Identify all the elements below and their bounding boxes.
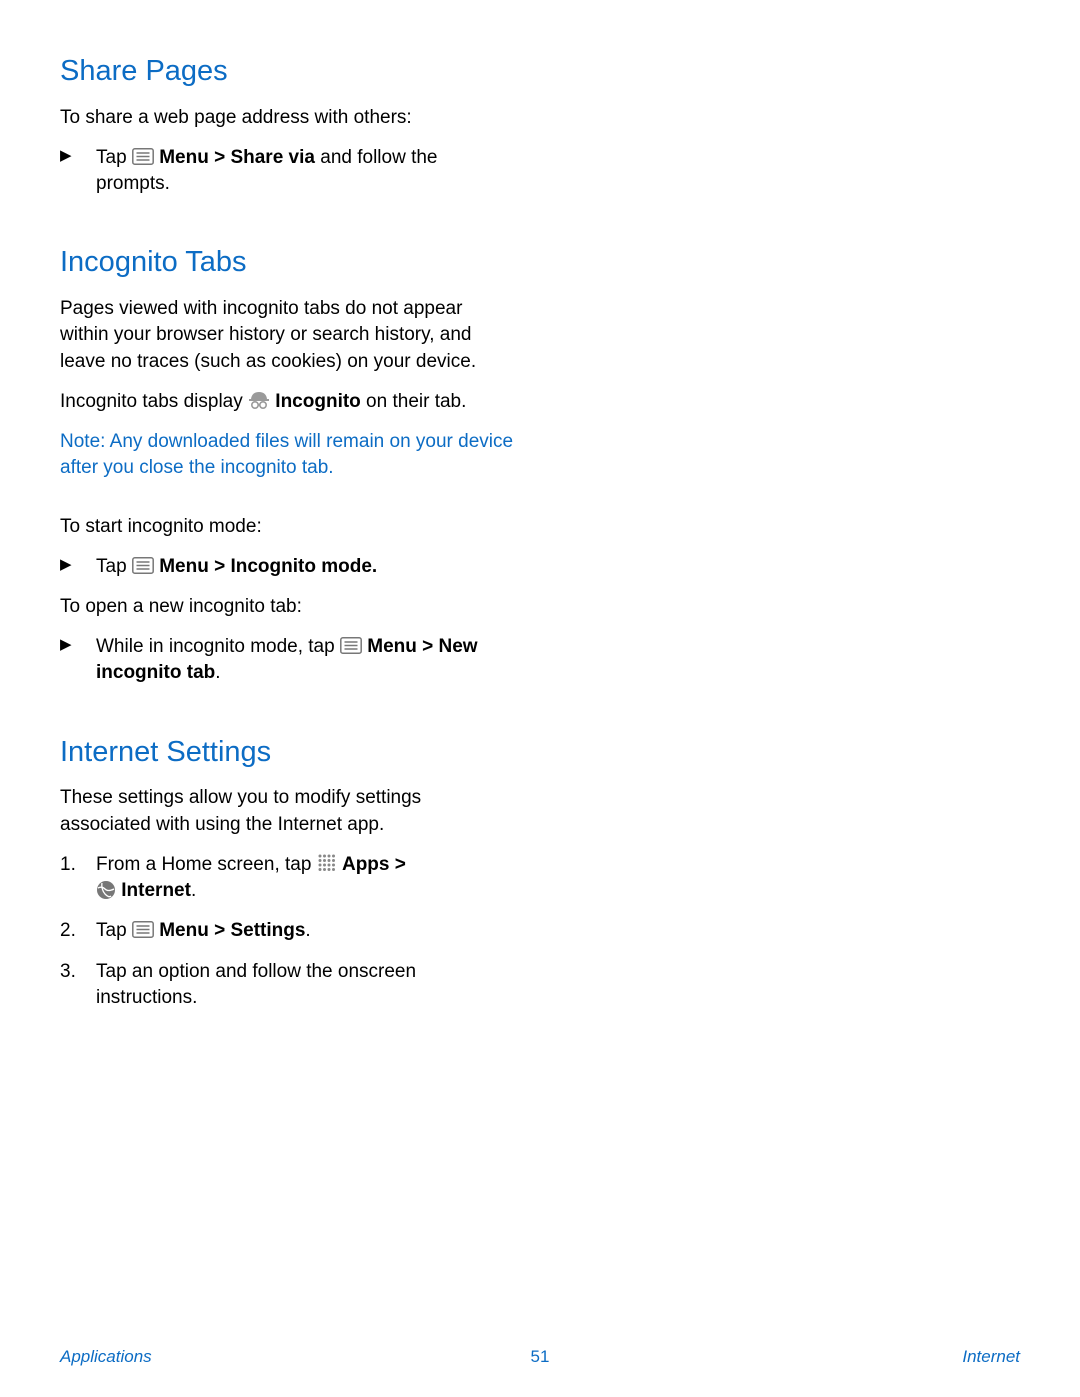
open-incognito-step: While in incognito mode, tap Menu > New … xyxy=(60,634,515,686)
start-incognito-steps: Tap Menu > Incognito mode. xyxy=(60,554,515,580)
menu-icon xyxy=(132,148,154,165)
step-number: 1. xyxy=(60,852,76,878)
note-block: Note: Any downloaded files will remain o… xyxy=(60,429,515,481)
settings-step-2: 2. Tap Menu > Settings. xyxy=(60,918,515,944)
text-fragment: Incognito tabs display xyxy=(60,391,248,412)
text-fragment: Tap xyxy=(96,920,132,941)
menu-icon xyxy=(340,637,362,654)
settings-step-3: 3. Tap an option and follow the onscreen… xyxy=(60,959,515,1011)
settings-steps-list: 1. From a Home screen, tap Apps > xyxy=(60,852,515,1011)
menu-icon xyxy=(132,921,154,938)
globe-icon xyxy=(96,880,116,900)
bold-fragment: Apps > xyxy=(342,854,406,875)
footer-page-number: 51 xyxy=(531,1347,550,1367)
page-footer: Applications 51 Internet xyxy=(0,1347,1080,1367)
open-incognito-steps: While in incognito mode, tap Menu > New … xyxy=(60,634,515,686)
text-fragment: . xyxy=(191,880,196,901)
text-fragment: Tap an option and follow the onscreen in… xyxy=(96,961,416,1008)
text-fragment: From a Home screen, tap xyxy=(96,854,317,875)
footer-left: Applications xyxy=(60,1347,152,1367)
open-incognito-label: To open a new incognito tab: xyxy=(60,594,515,620)
settings-step-1: 1. From a Home screen, tap Apps > xyxy=(60,852,515,904)
start-incognito-label: To start incognito mode: xyxy=(60,514,515,540)
share-intro-text: To share a web page address with others: xyxy=(60,105,515,131)
menu-icon xyxy=(132,557,154,574)
incognito-intro-text: Pages viewed with incognito tabs do not … xyxy=(60,296,515,375)
step-number: 3. xyxy=(60,959,76,985)
bold-fragment: Internet xyxy=(121,880,191,901)
heading-incognito-tabs: Incognito Tabs xyxy=(60,245,515,280)
note-label: Note xyxy=(60,431,100,452)
content-column: Share Pages To share a web page address … xyxy=(60,54,515,1011)
apps-icon xyxy=(317,853,337,873)
share-step: Tap Menu > Share via and follow the prom… xyxy=(60,145,515,197)
step-number: 2. xyxy=(60,918,76,944)
note-body: : Any downloaded files will remain on yo… xyxy=(60,431,513,478)
heading-internet-settings: Internet Settings xyxy=(60,735,515,770)
bold-fragment: Menu > Incognito mode. xyxy=(159,556,377,577)
bold-fragment: Incognito xyxy=(275,391,360,412)
start-incognito-step: Tap Menu > Incognito mode. xyxy=(60,554,515,580)
share-steps-list: Tap Menu > Share via and follow the prom… xyxy=(60,145,515,197)
text-fragment: on their tab. xyxy=(361,391,467,412)
incognito-icon xyxy=(248,390,270,410)
text-fragment: While in incognito mode, tap xyxy=(96,636,340,657)
page: Share Pages To share a web page address … xyxy=(0,0,1080,1397)
text-fragment: Tap xyxy=(96,556,132,577)
note-text: Note: Any downloaded files will remain o… xyxy=(60,429,515,481)
footer-right: Internet xyxy=(962,1347,1020,1367)
bold-fragment: Menu > Settings xyxy=(159,920,305,941)
text-fragment: . xyxy=(215,662,220,683)
text-fragment: . xyxy=(305,920,310,941)
settings-intro-text: These settings allow you to modify setti… xyxy=(60,785,515,837)
text-fragment: Tap xyxy=(96,147,132,168)
bold-fragment: Menu > xyxy=(367,636,438,657)
incognito-display-text: Incognito tabs display Incognito on thei… xyxy=(60,389,515,415)
bold-fragment: Menu > Share via xyxy=(159,147,315,168)
heading-share-pages: Share Pages xyxy=(60,54,515,89)
